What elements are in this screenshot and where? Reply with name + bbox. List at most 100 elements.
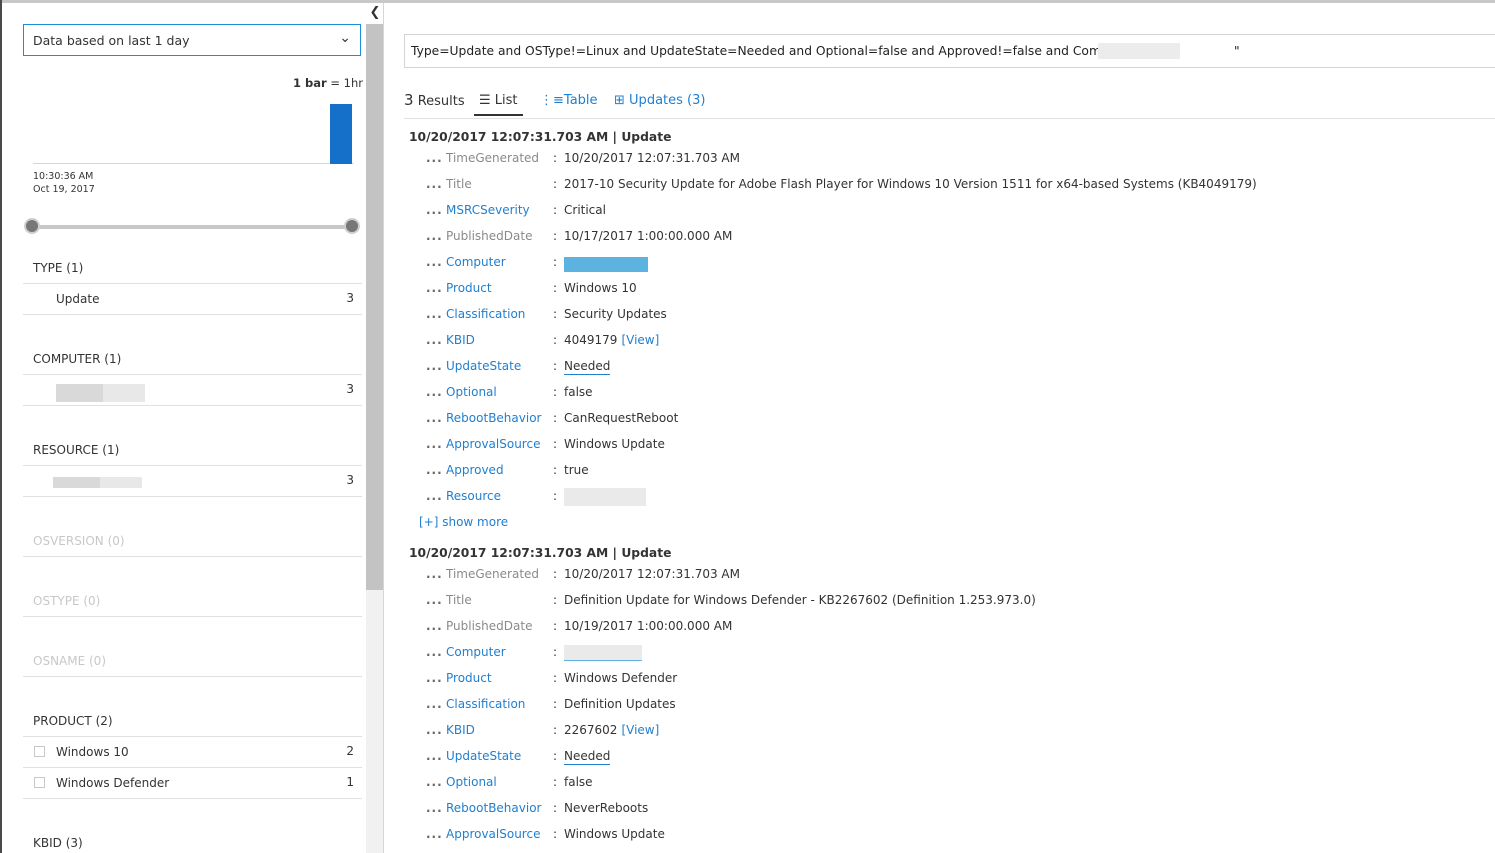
time-slider-start-handle[interactable] xyxy=(24,218,40,234)
redacted-resource-value[interactable] xyxy=(564,488,646,506)
pane-divider xyxy=(383,3,384,853)
field-label-link[interactable]: Approved xyxy=(446,463,504,477)
ellipsis-icon[interactable]: ... xyxy=(426,775,443,789)
facet-row-count: 2 xyxy=(346,744,354,758)
ellipsis-icon[interactable]: ... xyxy=(426,229,443,243)
tab-list-label: List xyxy=(494,93,518,108)
field-label-link[interactable]: Optional xyxy=(446,385,497,399)
field-colon: : xyxy=(553,333,558,347)
time-range-dropdown[interactable]: Data based on last 1 day ⌄ xyxy=(23,24,361,56)
time-slider-track[interactable] xyxy=(33,225,353,229)
field-value: 10/20/2017 12:07:31.703 AM xyxy=(564,151,740,165)
ellipsis-icon[interactable]: ... xyxy=(426,697,443,711)
field-colon: : xyxy=(553,359,558,373)
ellipsis-icon[interactable]: ... xyxy=(426,749,443,763)
ellipsis-icon[interactable]: ... xyxy=(426,359,443,373)
ellipsis-icon[interactable]: ... xyxy=(426,411,443,425)
ellipsis-icon[interactable]: ... xyxy=(426,619,443,633)
ellipsis-icon[interactable]: ... xyxy=(426,723,443,737)
ellipsis-icon[interactable]: ... xyxy=(426,203,443,217)
facet-row-windows-10[interactable]: Windows 10 2 xyxy=(23,737,362,767)
redacted-computer-value[interactable] xyxy=(564,257,648,272)
search-query-input[interactable]: Type=Update and OSType!=Linux and Update… xyxy=(404,34,1495,68)
field-label: Title xyxy=(446,593,472,607)
field-value: Definition Updates xyxy=(564,697,676,711)
tab-table[interactable]: ⋮≡Table xyxy=(540,93,598,108)
scrollbar-thumb[interactable] xyxy=(366,24,383,590)
ellipsis-icon[interactable]: ... xyxy=(426,333,443,347)
field-colon: : xyxy=(553,827,558,841)
results-count-number: 3 xyxy=(404,91,414,109)
show-more-link[interactable]: [+] show more xyxy=(419,515,508,529)
histogram-bar[interactable] xyxy=(330,104,352,164)
facet-row-computer[interactable]: 3 xyxy=(23,375,362,405)
facet-row-resource[interactable]: 3 xyxy=(23,466,362,496)
field-label-link[interactable]: ApprovalSource xyxy=(446,437,540,451)
field-label-link[interactable]: Classification xyxy=(446,307,525,321)
field-label-link[interactable]: Computer xyxy=(446,255,506,269)
field-label-link[interactable]: UpdateState xyxy=(446,359,521,373)
chevron-left-icon[interactable]: ❮ xyxy=(368,5,382,21)
field-label: Title xyxy=(446,177,472,191)
field-label-link[interactable]: KBID xyxy=(446,333,475,347)
histogram-axis xyxy=(33,163,354,164)
redacted-computer-name xyxy=(1098,43,1180,59)
field-value: Windows Update xyxy=(564,827,665,841)
field-colon: : xyxy=(553,177,558,191)
ellipsis-icon[interactable]: ... xyxy=(426,151,443,165)
field-label-link[interactable]: Resource xyxy=(446,489,501,503)
updatestate-value-link[interactable]: Needed xyxy=(564,359,611,375)
ellipsis-icon[interactable]: ... xyxy=(426,177,443,191)
ellipsis-icon[interactable]: ... xyxy=(426,645,443,659)
ellipsis-icon[interactable]: ... xyxy=(426,463,443,477)
ellipsis-icon[interactable]: ... xyxy=(426,255,443,269)
field-label-link[interactable]: Classification xyxy=(446,697,525,711)
ellipsis-icon[interactable]: ... xyxy=(426,281,443,295)
ellipsis-icon[interactable]: ... xyxy=(426,671,443,685)
results-divider xyxy=(404,118,1495,119)
facet-row-update[interactable]: Update 3 xyxy=(23,284,362,314)
kbid-view-link[interactable]: [View] xyxy=(621,723,659,737)
ellipsis-icon[interactable]: ... xyxy=(426,827,443,841)
facet-row-windows-defender[interactable]: Windows Defender 1 xyxy=(23,768,362,798)
tab-updates[interactable]: ⊞ Updates (3) xyxy=(614,93,705,108)
field-colon: : xyxy=(553,281,558,295)
field-colon: : xyxy=(553,567,558,581)
redacted-computer-value[interactable] xyxy=(564,645,642,661)
ellipsis-icon[interactable]: ... xyxy=(426,385,443,399)
field-label-link[interactable]: Product xyxy=(446,281,492,295)
field-label-link[interactable]: UpdateState xyxy=(446,749,521,763)
field-label-link[interactable]: RebootBehavior xyxy=(446,411,541,425)
facet-divider xyxy=(23,556,362,557)
facet-checkbox[interactable] xyxy=(34,746,45,757)
ellipsis-icon[interactable]: ... xyxy=(426,567,443,581)
kbid-view-link[interactable]: [View] xyxy=(621,333,659,347)
facet-checkbox[interactable] xyxy=(34,777,45,788)
field-label-link[interactable]: Product xyxy=(446,671,492,685)
field-label-link[interactable]: KBID xyxy=(446,723,475,737)
facet-row-count: 3 xyxy=(346,473,354,487)
ellipsis-icon[interactable]: ... xyxy=(426,593,443,607)
ellipsis-icon[interactable]: ... xyxy=(426,307,443,321)
kbid-value: 4049179 xyxy=(564,333,618,347)
field-label-link[interactable]: RebootBehavior xyxy=(446,801,541,815)
ellipsis-icon[interactable]: ... xyxy=(426,437,443,451)
field-label-link[interactable]: MSRCSeverity xyxy=(446,203,530,217)
query-text-before: Type=Update and OSType!=Linux and Update… xyxy=(411,44,1150,58)
facet-divider xyxy=(23,676,362,677)
time-slider-end-handle[interactable] xyxy=(344,218,360,234)
histogram-start-date: Oct 19, 2017 xyxy=(33,184,95,195)
field-label-link[interactable]: ApprovalSource xyxy=(446,827,540,841)
ellipsis-icon[interactable]: ... xyxy=(426,489,443,503)
ellipsis-icon[interactable]: ... xyxy=(426,801,443,815)
facet-title-type: TYPE (1) xyxy=(33,261,84,275)
updatestate-value-link[interactable]: Needed xyxy=(564,749,611,765)
field-value: false xyxy=(564,775,593,789)
tab-list[interactable]: ☰ List xyxy=(474,93,523,116)
field-colon: : xyxy=(553,697,558,711)
facet-title-product: PRODUCT (2) xyxy=(33,714,113,728)
tab-updates-label: Updates (3) xyxy=(629,93,706,108)
field-label-link[interactable]: Optional xyxy=(446,775,497,789)
field-label-link[interactable]: Computer xyxy=(446,645,506,659)
field-value: false xyxy=(564,385,593,399)
